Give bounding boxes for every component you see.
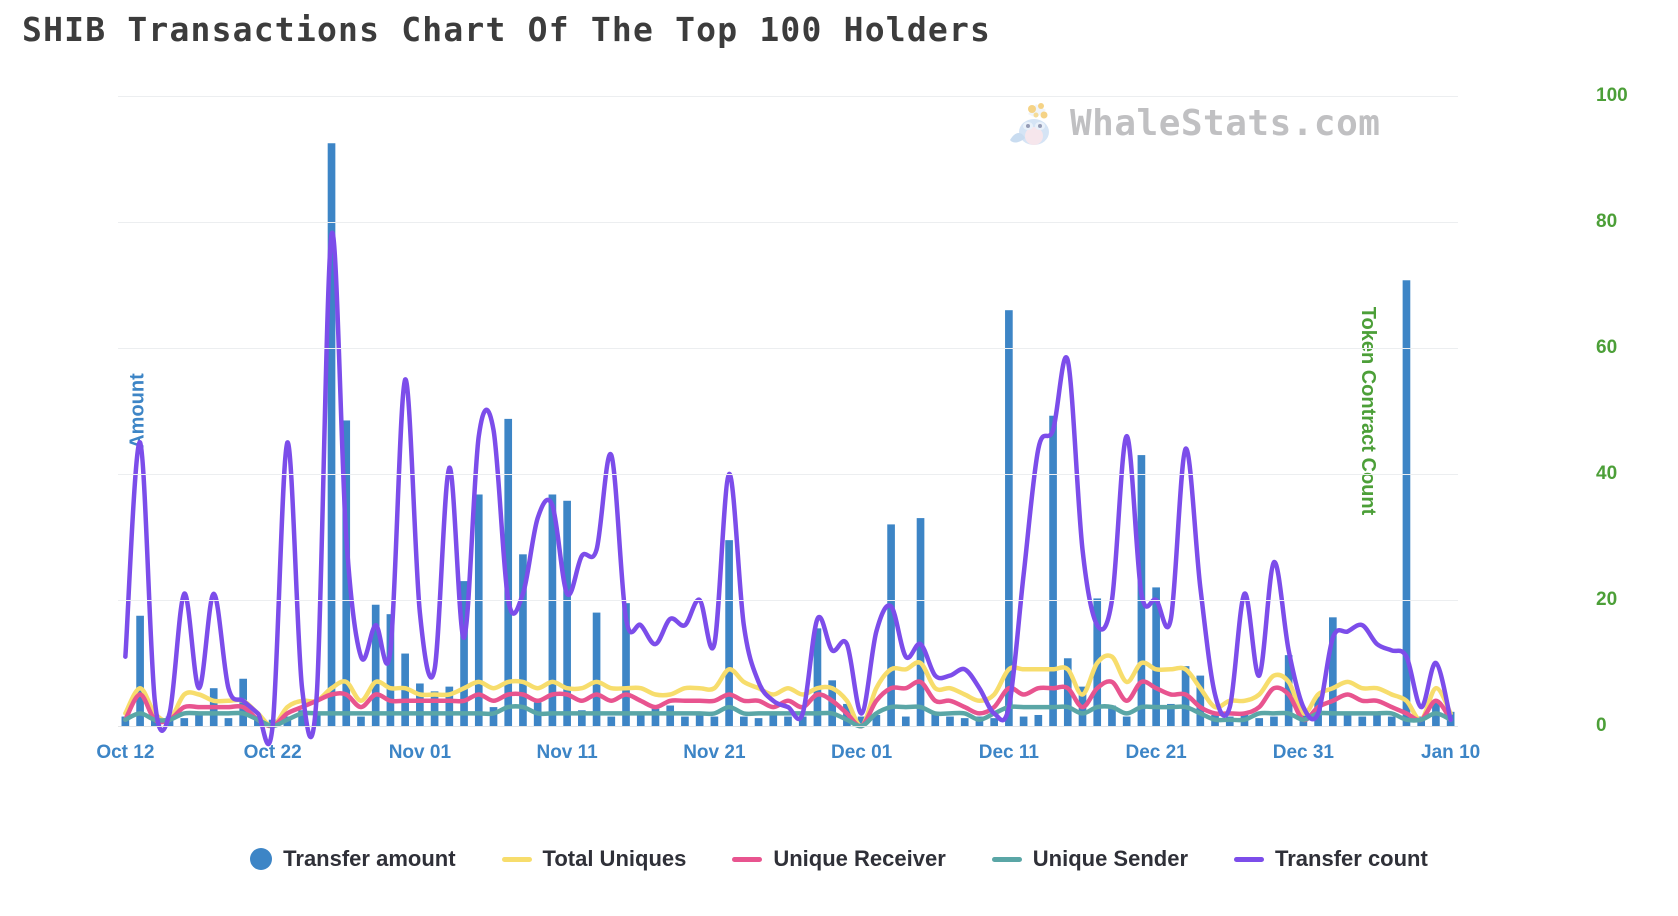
series-canvas [121,143,1455,747]
y-axis-right-tick: 80 [1596,211,1618,232]
bar[interactable] [946,716,954,726]
bar[interactable] [489,707,498,726]
line-series[interactable] [123,230,1453,747]
legend-item-label: Total Uniques [542,846,687,871]
legend-item[interactable]: Unique Receiver [732,846,946,872]
plot-area: Amount Token Contract Count 008M2016M402… [118,85,1628,747]
y-axis-right-tick: 0 [1596,715,1607,736]
bar[interactable] [784,716,792,726]
bar[interactable] [136,615,144,726]
x-axis-tick: Nov 21 [683,742,746,763]
x-axis-tick: Nov 11 [536,742,598,763]
bar[interactable] [1019,716,1028,726]
bar[interactable] [180,718,189,727]
bar[interactable] [371,604,380,726]
bar[interactable] [592,612,601,726]
gridline [118,96,1458,97]
y-axis-right-tick: 100 [1596,85,1628,106]
x-axis-tick: Jan 10 [1421,742,1481,763]
legend-line-icon [501,856,532,862]
bar[interactable] [1270,716,1278,726]
x-axis-tick: Dec 31 [1272,742,1335,763]
bar[interactable] [681,716,689,726]
bar[interactable] [725,540,733,726]
bar[interactable] [990,718,998,727]
legend-line-icon [732,856,763,862]
legend-dot-icon [250,848,273,870]
legend-line-icon [991,856,1022,862]
page-title: SHIB Transactions Chart Of The Top 100 H… [22,10,992,49]
legend-item[interactable]: Total Uniques [501,846,687,872]
bar[interactable] [916,518,925,726]
gridline [118,222,1458,223]
bar[interactable] [607,716,616,726]
x-axis-tick: Oct 22 [243,742,302,763]
legend-item-label: Unique Receiver [773,846,946,871]
legend-item[interactable]: Transfer count [1234,846,1428,872]
bar[interactable] [710,716,719,726]
bar[interactable] [1049,415,1057,726]
bar[interactable] [474,494,483,726]
bar[interactable] [887,524,895,726]
bar[interactable] [1122,716,1131,726]
bar[interactable] [1255,718,1264,727]
x-axis-tick: Oct 12 [96,742,155,763]
bar[interactable] [195,714,203,726]
x-axis-tick: Dec 01 [830,742,893,763]
bar[interactable] [357,716,365,726]
chart-page: SHIB Transactions Chart Of The Top 100 H… [0,0,1678,916]
legend-item[interactable]: Unique Sender [991,846,1189,872]
x-axis-tick: Nov 01 [388,742,452,763]
bar[interactable] [1387,716,1396,726]
bar[interactable] [1005,310,1013,726]
gridline [118,474,1458,475]
bar[interactable] [224,718,233,727]
gridline [118,348,1458,349]
chart-legend: Transfer amount Total Uniques Unique Recei… [0,846,1678,872]
y-axis-right-tick: 40 [1596,463,1618,484]
y-axis-right-tick: 20 [1596,589,1618,610]
bar[interactable] [695,714,704,726]
x-axis: Oct 12 Oct 22 Nov 01 Nov 11 Nov 21 Dec 01 Dec … [96,726,1480,766]
bar[interactable] [901,716,910,726]
legend-item-label: Transfer amount [283,846,456,871]
legend-line-icon [1234,856,1265,862]
y-axis-right-tick: 60 [1596,337,1618,358]
x-axis-tick: Dec 21 [1125,742,1187,763]
bar[interactable] [666,705,675,726]
bar[interactable] [740,716,748,726]
bar[interactable] [416,683,424,726]
bar[interactable] [754,718,763,727]
legend-item[interactable]: Transfer amount [250,846,456,872]
gridline [118,600,1458,601]
x-axis-tick: Dec 11 [978,742,1039,763]
bar[interactable] [1343,714,1352,726]
legend-item-label: Transfer count [1275,846,1428,871]
bar[interactable] [1358,716,1367,726]
legend-item-label: Unique Sender [1032,846,1189,871]
bar[interactable] [1034,714,1043,726]
bar[interactable] [960,718,969,727]
